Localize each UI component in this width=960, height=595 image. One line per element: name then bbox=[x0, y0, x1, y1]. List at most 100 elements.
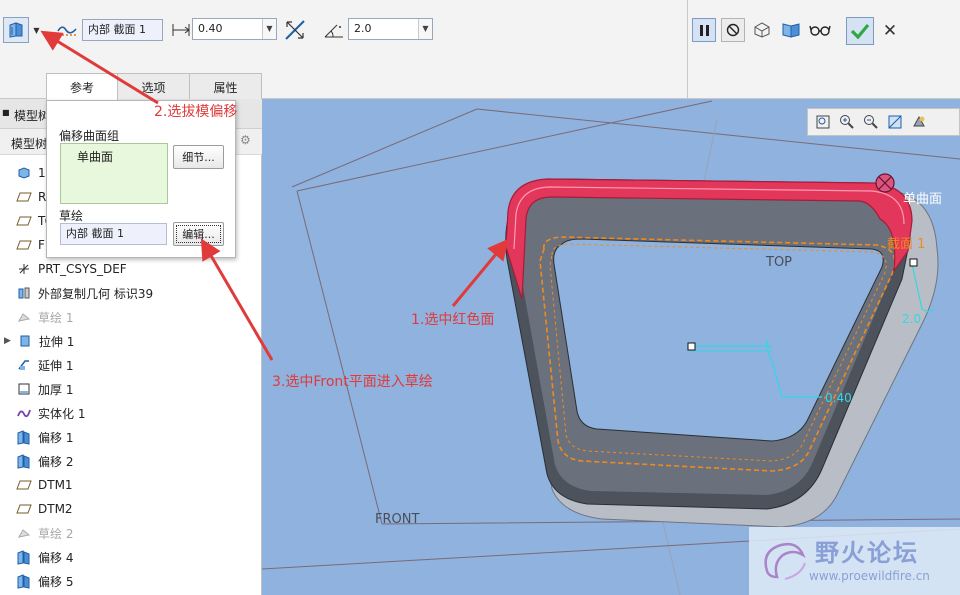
tree-item[interactable]: 偏移 1 bbox=[0, 425, 262, 449]
angle-input[interactable]: 2.0 ▼ bbox=[348, 18, 433, 40]
tree-item-label: 偏移 1 bbox=[38, 430, 74, 445]
ribbon-divider bbox=[687, 0, 688, 99]
tab-options[interactable]: 选项 bbox=[117, 73, 190, 100]
verify-button[interactable] bbox=[779, 18, 803, 42]
tree-item[interactable]: 草绘 2 bbox=[0, 521, 262, 545]
annotation-step2: 2.选拔模偏移 bbox=[154, 104, 238, 120]
tree-item[interactable]: 偏移 2 bbox=[0, 449, 262, 473]
tree-item-label: 偏移 4 bbox=[38, 550, 74, 565]
tree-item-label: 偏移 2 bbox=[38, 454, 74, 469]
tree-item-label: PRT_CSYS_DEF bbox=[38, 262, 127, 276]
model-graphics[interactable] bbox=[262, 99, 960, 595]
extrude-icon bbox=[17, 333, 33, 349]
tab-references[interactable]: 参考 bbox=[46, 73, 118, 101]
wireframe-preview-icon bbox=[754, 22, 770, 38]
tree-item[interactable]: 偏移 5 bbox=[0, 569, 262, 593]
forum-watermark: 野火论坛 www.proewildfire.cn bbox=[749, 527, 960, 595]
tree-item-label: 拉伸 1 bbox=[38, 334, 75, 349]
distance-icon bbox=[170, 20, 192, 40]
offset-icon bbox=[16, 549, 32, 565]
sketch-wave-icon bbox=[57, 26, 77, 36]
distance-arrow-icon bbox=[172, 24, 190, 36]
tree-item[interactable]: 外部复制几何 标识39 bbox=[0, 281, 262, 305]
tree-item-label: 草绘 2 bbox=[38, 526, 74, 541]
sketch-icon bbox=[16, 309, 32, 325]
verify-book-icon bbox=[782, 23, 800, 38]
angle-value: 2.0 bbox=[354, 22, 372, 35]
sketch-field[interactable]: 内部 截面 1 bbox=[60, 223, 167, 245]
repaint-icon[interactable] bbox=[885, 112, 905, 132]
annotation-step3: 3.选中Front平面进入草绘 bbox=[272, 374, 433, 390]
chevron-down-icon[interactable]: ▼ bbox=[262, 19, 276, 39]
thicken-icon bbox=[16, 381, 32, 397]
chevron-down-icon[interactable]: ▼ bbox=[418, 19, 432, 39]
tree-item[interactable]: DTM2 bbox=[0, 497, 262, 521]
checkmark-icon bbox=[850, 23, 870, 40]
tree-pin-icon[interactable]: ■ bbox=[2, 108, 10, 117]
expand-arrow-icon[interactable]: ▶ bbox=[4, 336, 11, 346]
tab-label: 选项 bbox=[141, 80, 166, 95]
drag-handle-center[interactable] bbox=[687, 342, 696, 351]
tree-item[interactable]: 加厚 1 bbox=[0, 377, 262, 401]
tree-item-label: DTM2 bbox=[38, 502, 73, 516]
preview-geometry-button[interactable] bbox=[750, 18, 774, 42]
solidify-icon bbox=[16, 405, 32, 421]
distance-value: 0.40 bbox=[198, 22, 223, 35]
part-icon bbox=[16, 165, 32, 181]
datum-top-label: TOP bbox=[766, 255, 793, 270]
glasses-preview-button[interactable] bbox=[808, 18, 832, 42]
tree-item[interactable]: 延伸 1 bbox=[0, 353, 262, 377]
sketch-collector-icon[interactable] bbox=[55, 18, 79, 42]
confirm-button[interactable] bbox=[846, 17, 874, 45]
angle-dimension-value[interactable]: 2.0 bbox=[902, 312, 921, 326]
offset-type-dropdown[interactable]: ▼ bbox=[30, 17, 43, 43]
tree-item-label: DTM1 bbox=[38, 478, 73, 492]
watermark-url: www.proewildfire.cn bbox=[809, 569, 930, 583]
angle-measure-icon bbox=[324, 24, 343, 38]
sketch-label: 草绘 bbox=[59, 209, 84, 223]
distance-dimension-value[interactable]: 0.40 bbox=[825, 391, 852, 405]
cancel-button[interactable]: ✕ bbox=[878, 18, 902, 44]
sketch-field[interactable]: 内部 截面 1 bbox=[82, 19, 163, 41]
flip-direction-button[interactable] bbox=[282, 17, 308, 43]
offset-type-button[interactable] bbox=[3, 17, 29, 43]
draft-offset-icon bbox=[9, 22, 23, 38]
tree-item[interactable]: 草绘 1 bbox=[0, 305, 262, 329]
tree-settings-icon[interactable]: ⚙ bbox=[240, 133, 251, 147]
annotation-step1: 1.选中红色面 bbox=[411, 312, 495, 328]
pause-button[interactable] bbox=[692, 18, 716, 42]
tab-properties[interactable]: 属性 bbox=[189, 73, 262, 100]
tree-item[interactable]: 实体化 1 bbox=[0, 401, 262, 425]
model-tree-title: 模型树 bbox=[11, 137, 48, 151]
tree-item-label: 加厚 1 bbox=[38, 382, 74, 397]
tree-item[interactable]: PRT_CSYS_DEF bbox=[0, 257, 262, 281]
graphics-viewport[interactable]: 单曲面 截面 1 TOP FRONT 2.0 0.40 野火论坛 www.pro… bbox=[262, 99, 960, 595]
zoom-out-icon[interactable] bbox=[861, 112, 881, 132]
offset-icon bbox=[16, 573, 32, 589]
datum-plane-icon bbox=[16, 189, 32, 205]
flip-arrows-icon bbox=[285, 20, 305, 40]
single-surface-label: 单曲面 bbox=[903, 192, 943, 207]
no-preview-icon bbox=[726, 23, 740, 37]
refit-icon[interactable] bbox=[813, 112, 833, 132]
distance-input[interactable]: 0.40 ▼ bbox=[192, 18, 277, 40]
copy-geom-icon bbox=[16, 285, 32, 301]
zoom-in-icon[interactable] bbox=[837, 112, 857, 132]
datum-plane-icon bbox=[16, 477, 32, 493]
details-button[interactable]: 细节... bbox=[173, 145, 224, 169]
tree-item[interactable]: DTM1 bbox=[0, 473, 262, 497]
dashboard-ribbon: ▼ 内部 截面 1 0.40 ▼ 2.0 ▼ ✕ 参考 选项 属性 bbox=[0, 0, 960, 101]
offset-surface-collector[interactable]: 单曲面 bbox=[60, 143, 168, 204]
no-preview-button[interactable] bbox=[721, 18, 745, 42]
tree-item[interactable]: 偏移 4 bbox=[0, 545, 262, 569]
display-style-icon[interactable] bbox=[909, 112, 929, 132]
drag-handle-angle[interactable] bbox=[909, 258, 918, 267]
tree-item[interactable]: ▶ 拉伸 1 bbox=[0, 329, 262, 353]
tree-item-label: 草绘 1 bbox=[38, 310, 74, 325]
edit-sketch-button[interactable]: 编辑... bbox=[173, 222, 224, 246]
chevron-down-icon: ▼ bbox=[33, 25, 40, 35]
model-tree-tab-label[interactable]: 模型树 bbox=[14, 107, 50, 124]
angle-icon bbox=[322, 19, 346, 41]
forum-logo-icon bbox=[764, 542, 806, 580]
surface-item[interactable]: 单曲面 bbox=[77, 148, 113, 165]
